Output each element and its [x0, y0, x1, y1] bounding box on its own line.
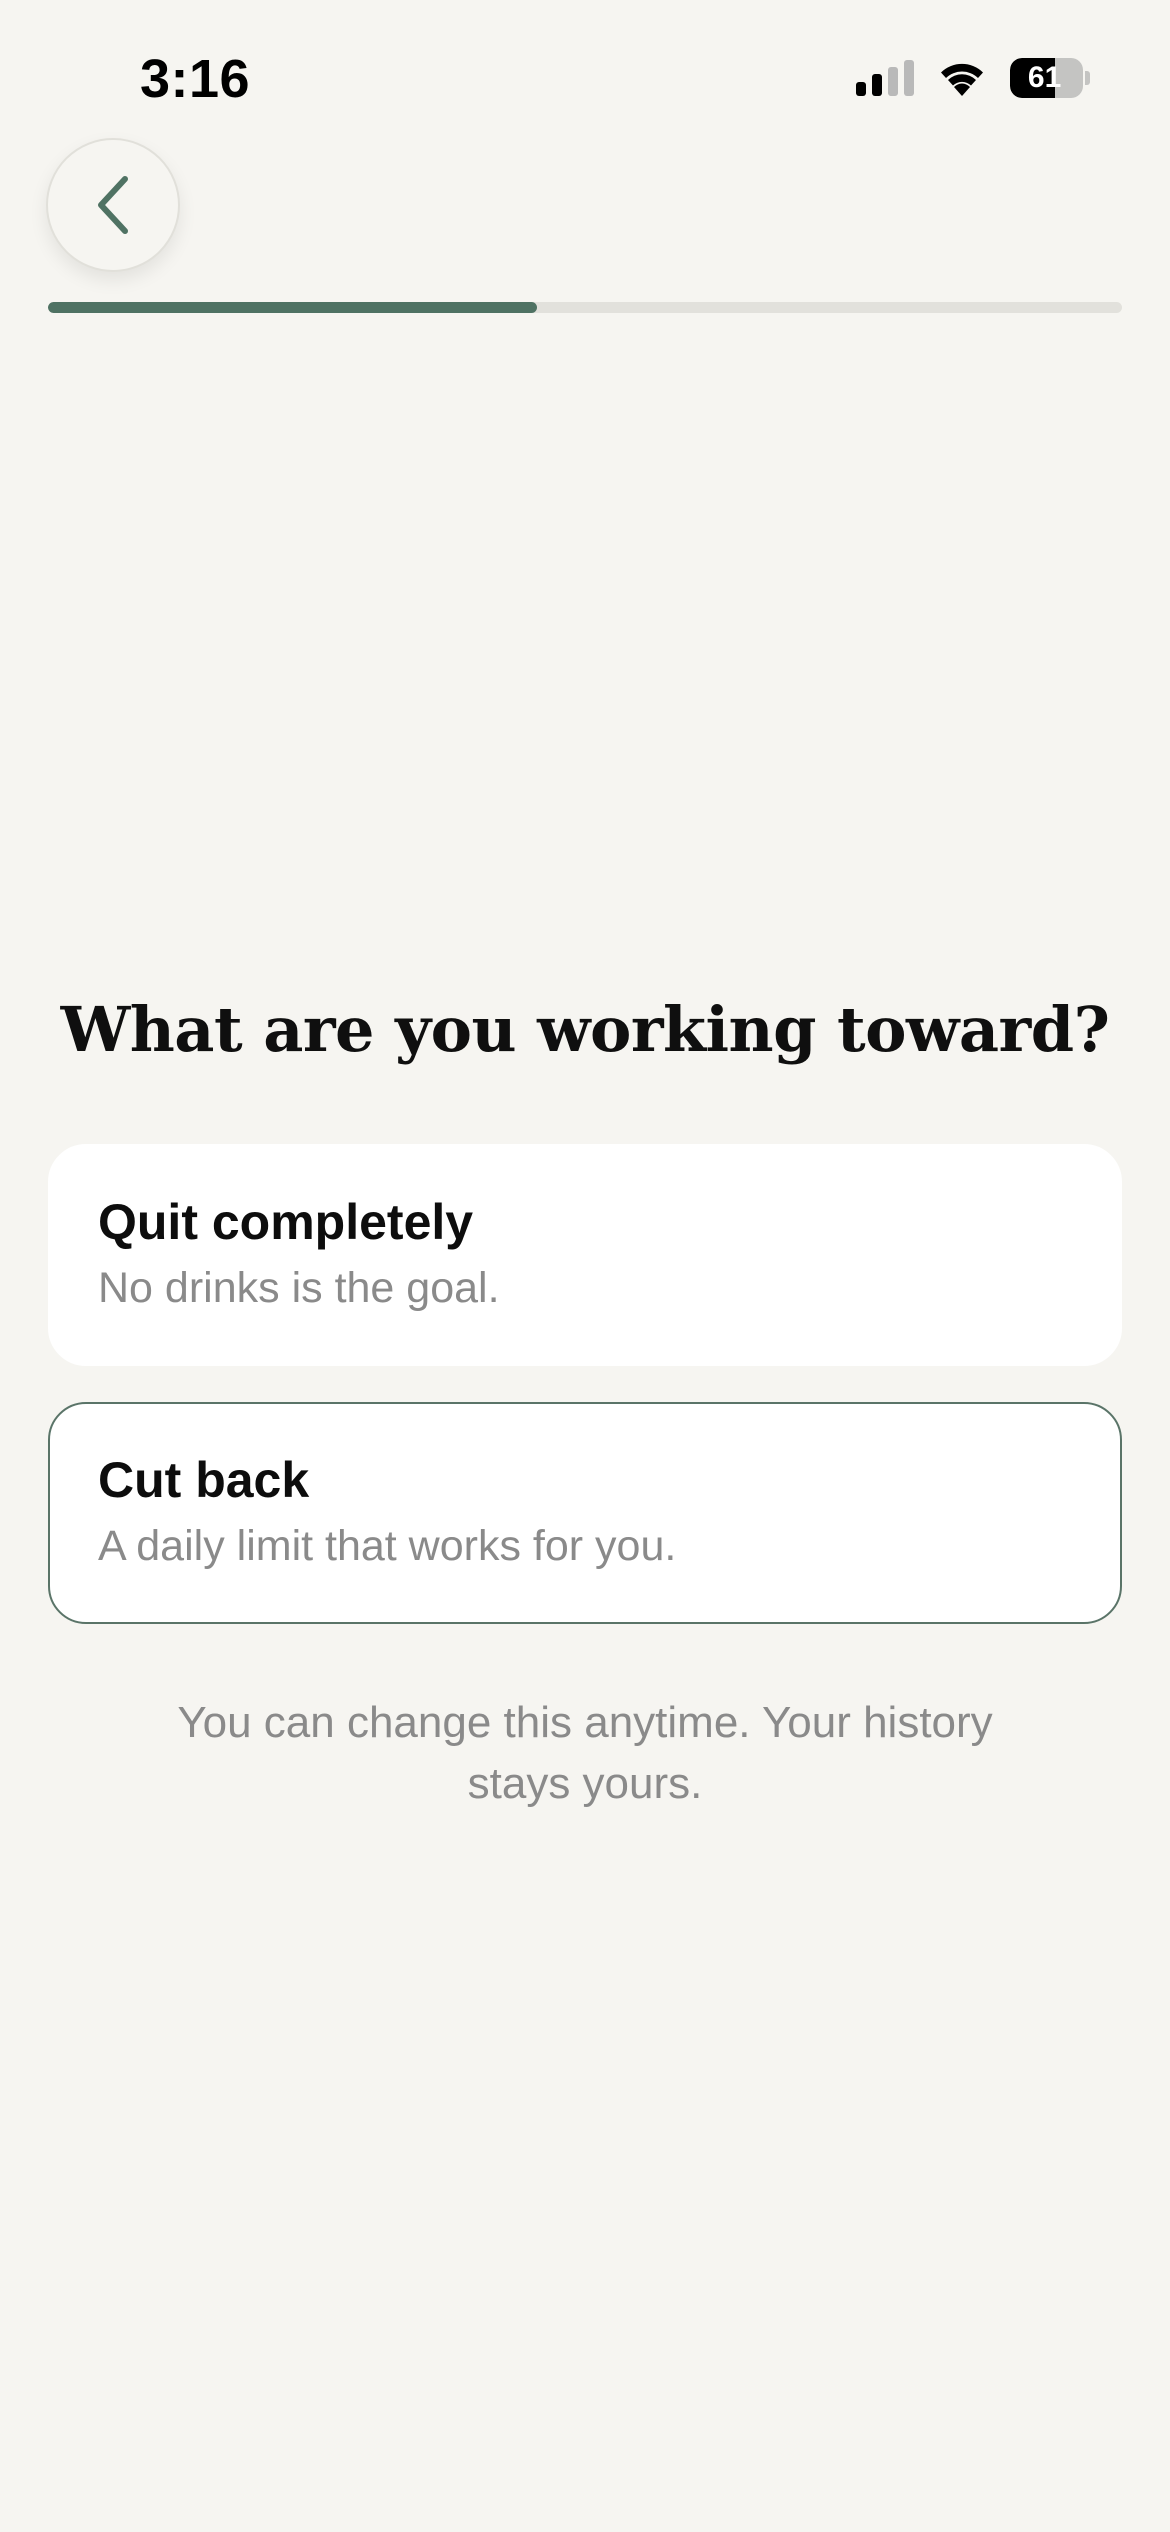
progress-fill [48, 302, 537, 313]
option-subtitle: A daily limit that works for you. [98, 1522, 677, 1570]
battery-icon: 61 [1010, 58, 1090, 98]
back-button[interactable] [46, 138, 180, 272]
option-cut-back[interactable]: Cut back A daily limit that works for yo… [48, 1402, 1122, 1624]
wifi-icon [941, 63, 983, 96]
option-quit-completely[interactable]: Quit completely No drinks is the goal. [48, 1144, 1122, 1366]
option-subtitle: No drinks is the goal. [98, 1264, 500, 1312]
cellular-signal-icon [856, 60, 914, 96]
chevron-left-icon [98, 176, 128, 234]
question-title: What are you working toward? [60, 993, 1110, 1066]
option-title: Quit completely [98, 1194, 474, 1250]
option-title: Cut back [98, 1452, 310, 1508]
status-indicators: 61 [856, 52, 1090, 104]
battery-percentage: 61 [1027, 61, 1062, 94]
onboarding-progress-bar [48, 302, 1122, 313]
status-time: 3:16 [140, 49, 251, 109]
footnote-text: You can change this anytime. Your histor… [177, 1698, 993, 1808]
